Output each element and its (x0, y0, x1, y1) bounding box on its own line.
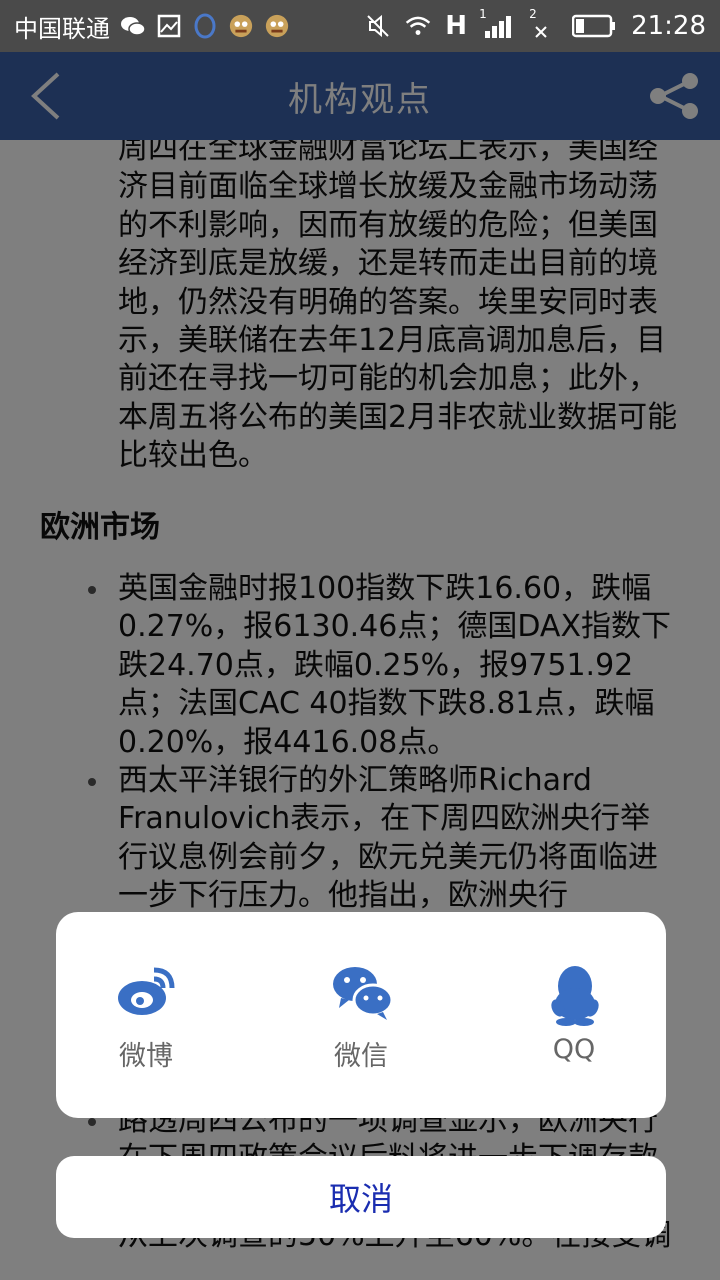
sim2-label: 2 (529, 7, 537, 21)
wifi-icon (405, 13, 431, 39)
clock: 21:28 (631, 11, 706, 41)
share-qq-button[interactable]: QQ (514, 964, 634, 1094)
ring-icon (192, 13, 218, 39)
share-sheet: 微博 微信 QQ (56, 912, 666, 1118)
signal-icon: 1 (479, 7, 515, 39)
cancel-button[interactable]: 取消 (56, 1156, 666, 1238)
wechat-icon (333, 967, 393, 1020)
app-avatar-icon (228, 13, 254, 39)
signal-icon: 2 (529, 7, 557, 39)
mute-icon (365, 13, 391, 39)
share-weibo-label: 微博 (119, 1041, 173, 1072)
share-wechat-label: 微信 (334, 1041, 388, 1072)
status-bar: 中国联通 H 1 2 21:28 (0, 0, 720, 52)
network-type-label: H (445, 11, 468, 41)
qq-icon (551, 966, 599, 1026)
wechat-icon (120, 13, 146, 39)
share-qq-label: QQ (552, 1034, 596, 1065)
gallery-icon (156, 13, 182, 39)
sim1-label: 1 (479, 7, 487, 21)
share-wechat-button[interactable]: 微信 (301, 964, 421, 1094)
weibo-icon (118, 967, 175, 1015)
app-avatar-icon (264, 13, 290, 39)
carrier-label: 中国联通 (14, 14, 110, 43)
battery-icon (571, 13, 617, 39)
share-weibo-button[interactable]: 微博 (86, 964, 206, 1094)
